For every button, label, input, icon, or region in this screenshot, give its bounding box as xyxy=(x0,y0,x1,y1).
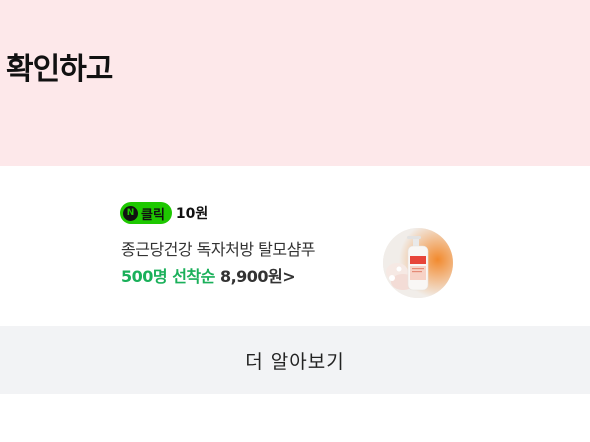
price-row[interactable]: 500명 선착순 8,900원> xyxy=(121,263,296,287)
product-name[interactable]: 종근당건강 독자처방 탈모샴푸 xyxy=(121,236,316,260)
reward-row: N 클릭 10원 xyxy=(120,202,208,224)
naver-n-icon: N xyxy=(123,205,138,221)
shampoo-bottle-icon xyxy=(383,228,453,298)
product-thumbnail[interactable] xyxy=(383,228,453,298)
banner-headline: 확인하고 xyxy=(6,52,113,87)
ad-card[interactable]: N 클릭 10원 종근당건강 독자처방 탈모샴푸 500명 선착순 8,900원… xyxy=(0,166,590,326)
top-banner: 확인하고 xyxy=(0,0,590,166)
click-badge-label: 클릭 xyxy=(141,207,165,223)
reward-amount: 10원 xyxy=(175,206,209,222)
price-link[interactable]: 8,900원> xyxy=(220,267,296,286)
promo-text: 500명 선착순 xyxy=(121,267,215,286)
click-reward-badge: N 클릭 xyxy=(120,202,172,224)
learn-more-button[interactable]: 더 알아보기 xyxy=(0,326,590,394)
